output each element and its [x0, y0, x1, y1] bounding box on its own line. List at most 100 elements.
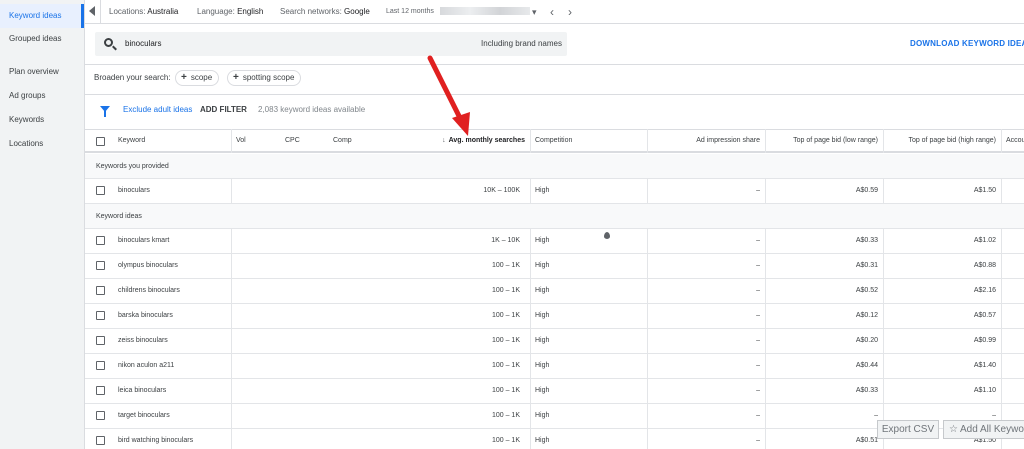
sidebar-item-locations[interactable]: Locations	[0, 132, 84, 156]
high-bid-cell: A$2.16	[973, 287, 996, 294]
section-keyword-ideas: Keyword ideas	[85, 204, 1024, 229]
column-divider	[765, 229, 766, 449]
sidebar-item-keyword-ideas[interactable]: Keyword ideas	[0, 4, 84, 28]
sidebar-item-keywords[interactable]: Keywords	[0, 108, 84, 132]
exclude-adult-ideas-filter[interactable]: Exclude adult ideas	[123, 103, 192, 117]
col-account-status[interactable]: Account status	[1006, 130, 1024, 152]
broaden-chip-spotting-scope[interactable]: + spotting scope	[227, 70, 302, 86]
row-checkbox[interactable]	[96, 386, 105, 395]
select-all-checkbox[interactable]	[96, 137, 105, 146]
column-divider	[1001, 129, 1002, 153]
col-vol[interactable]: Vol	[236, 130, 246, 152]
collapse-sidebar-button[interactable]	[85, 0, 101, 24]
col-top-bid-high[interactable]: Top of page bid (high range)	[886, 130, 996, 152]
avg-monthly-cell: 100 – 1K	[491, 412, 520, 419]
sidebar: Keyword ideas Grouped ideas Plan overvie…	[0, 0, 85, 449]
column-divider	[765, 129, 766, 153]
sidebar-item-ad-groups[interactable]: Ad groups	[0, 84, 84, 108]
row-checkbox[interactable]	[96, 311, 105, 320]
avg-monthly-cell: 100 – 1K	[491, 337, 520, 344]
row-checkbox[interactable]	[96, 361, 105, 370]
avg-monthly-cell: 100 – 1K	[491, 287, 520, 294]
keyword-cell: zeiss binoculars	[118, 337, 168, 344]
impression-cell: –	[756, 262, 760, 269]
column-divider	[883, 129, 884, 153]
col-top-bid-low[interactable]: Top of page bid (low range)	[768, 130, 878, 152]
impression-cell: –	[756, 412, 760, 419]
high-bid-cell: A$1.50	[973, 187, 996, 194]
keyword-cell: leica binoculars	[118, 387, 167, 394]
download-keyword-ideas-button[interactable]: DOWNLOAD KEYWORD IDEAS	[910, 32, 1024, 56]
keyword-cell: bird watching binoculars	[118, 437, 194, 444]
column-divider	[231, 229, 232, 449]
keyword-ideas-count: 2,083 keyword ideas available	[258, 105, 366, 114]
sidebar-item-plan-overview[interactable]: Plan overview	[0, 60, 84, 84]
column-divider	[647, 179, 648, 204]
avg-monthly-cell: 100 – 1K	[491, 312, 520, 319]
low-bid-cell: A$0.59	[855, 187, 878, 194]
keyword-cell: barska binoculars	[118, 312, 173, 319]
impression-cell: –	[756, 387, 760, 394]
filter-icon[interactable]	[100, 106, 110, 117]
col-competition[interactable]: Competition	[535, 130, 572, 152]
row-checkbox[interactable]	[96, 186, 105, 195]
row-checkbox[interactable]	[96, 236, 105, 245]
row-checkbox[interactable]	[96, 336, 105, 345]
avg-monthly-cell: 1K – 10K	[491, 237, 520, 244]
competition-cell: High	[535, 387, 550, 394]
locations-filter[interactable]: Locations: Australia	[109, 0, 178, 24]
section-keywords-provided: Keywords you provided	[85, 154, 1024, 179]
avg-monthly-cell: 100 – 1K	[491, 387, 520, 394]
competition-cell: High	[535, 337, 550, 344]
impression-cell: –	[756, 187, 760, 194]
avg-monthly-cell: 100 – 1K	[491, 437, 520, 444]
keyword-cell: binoculars	[118, 187, 150, 194]
column-divider	[647, 129, 648, 153]
competition-cell: High	[535, 312, 550, 319]
search-query[interactable]: binoculars	[125, 32, 161, 56]
divider	[85, 94, 1024, 95]
low-bid-cell: A$0.44	[855, 362, 878, 369]
broaden-search-label: Broaden your search:	[94, 73, 171, 82]
low-bid-cell: A$0.52	[855, 287, 878, 294]
trending-icon	[604, 232, 610, 239]
chevron-left-icon	[89, 6, 95, 16]
keyword-cell: nikon aculon a211	[118, 362, 175, 369]
date-range-filter[interactable]: Last 12 months	[386, 0, 530, 24]
row-checkbox[interactable]	[96, 261, 105, 270]
row-checkbox[interactable]	[96, 286, 105, 295]
chevron-left-icon[interactable]: ‹	[550, 0, 554, 24]
low-bid-cell: A$0.31	[855, 262, 878, 269]
column-divider	[765, 179, 766, 204]
col-ad-impression-share[interactable]: Ad impression share	[665, 130, 760, 152]
broaden-chip-scope[interactable]: + scope	[175, 70, 220, 86]
add-all-keywords-button[interactable]: ☆Add All Keywords	[943, 420, 1024, 439]
plus-icon: +	[233, 72, 239, 83]
high-bid-cell: A$0.57	[973, 312, 996, 319]
annotation-arrow-shaft	[427, 55, 465, 125]
sidebar-item-grouped-ideas[interactable]: Grouped ideas	[0, 28, 84, 50]
keyword-search-box[interactable]: binoculars Including brand names	[95, 32, 567, 56]
search-networks-filter[interactable]: Search networks: Google	[280, 0, 370, 24]
row-checkbox[interactable]	[96, 411, 105, 420]
impression-cell: –	[756, 287, 760, 294]
high-bid-cell: A$1.40	[973, 362, 996, 369]
col-keyword[interactable]: Keyword	[118, 130, 145, 152]
annotation-arrow-head	[452, 112, 470, 136]
add-filter-button[interactable]: ADD FILTER	[200, 103, 247, 117]
keyword-cell: target binoculars	[118, 412, 170, 419]
export-csv-button[interactable]: Export CSV	[877, 420, 939, 439]
dropdown-arrow-icon[interactable]: ▾	[532, 0, 537, 24]
impression-cell: –	[756, 312, 760, 319]
col-comp[interactable]: Comp	[333, 130, 352, 152]
competition-cell: High	[535, 262, 550, 269]
competition-cell: High	[535, 362, 550, 369]
col-cpc[interactable]: CPC	[285, 130, 300, 152]
row-checkbox[interactable]	[96, 436, 105, 445]
chevron-right-icon[interactable]: ›	[568, 0, 572, 24]
column-divider	[647, 229, 648, 449]
competition-cell: High	[535, 237, 550, 244]
including-brand-names-toggle[interactable]: Including brand names	[481, 32, 562, 56]
annotation-arrow-icon	[427, 55, 470, 136]
high-bid-cell: A$0.99	[973, 337, 996, 344]
